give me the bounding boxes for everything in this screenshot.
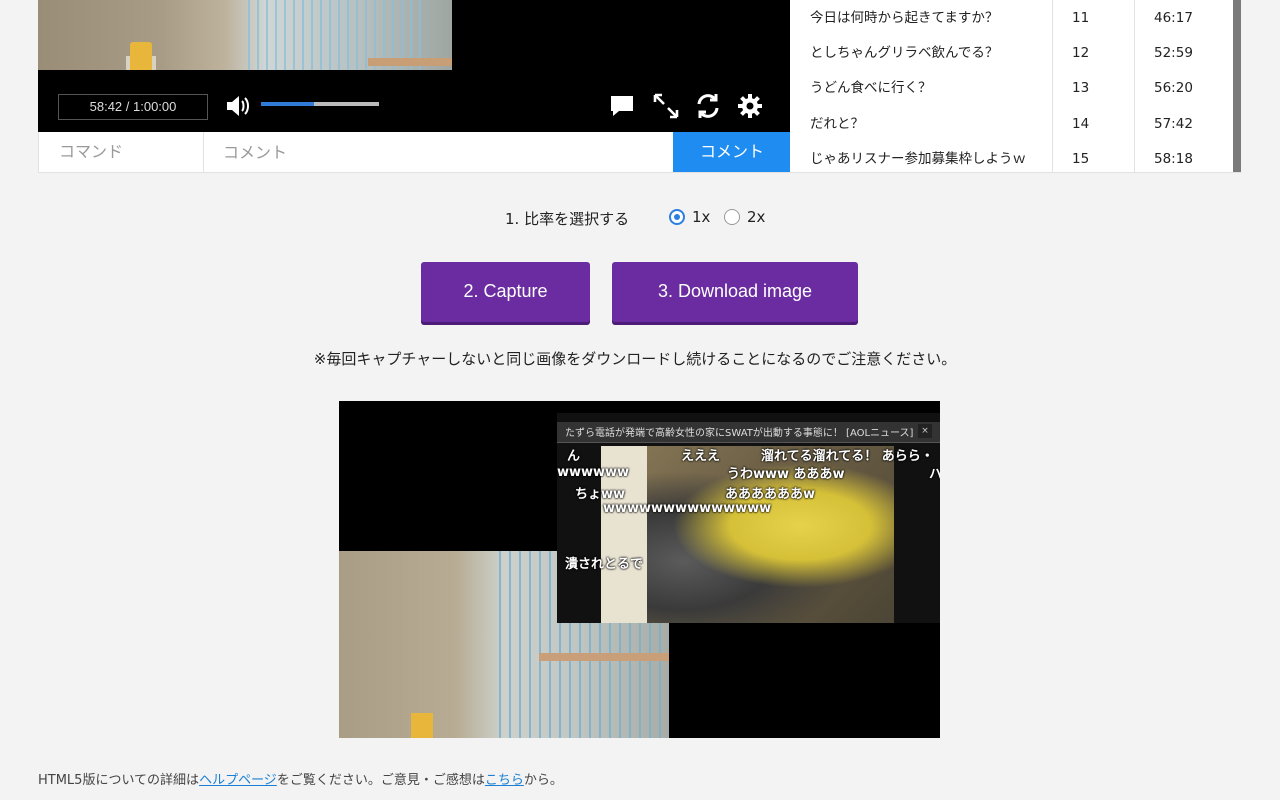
danmaku-comment: えええ — [681, 449, 721, 464]
comment-time: 58:18 — [1154, 151, 1193, 167]
comment-submit-button[interactable]: コメント — [673, 132, 791, 172]
comment-time: 46:17 — [1154, 10, 1193, 26]
comment-time: 56:20 — [1154, 80, 1193, 96]
comment-text: としちゃんグリラベ飲んでる？ — [810, 45, 999, 61]
command-field[interactable]: コマンド — [39, 132, 204, 172]
danmaku-comment: 潰されとるで — [565, 557, 644, 572]
danmaku-comment: ちょww — [575, 487, 626, 502]
ratio-1x-radio[interactable] — [669, 209, 685, 225]
settings-gear-icon[interactable] — [736, 92, 764, 120]
stream-titlebar: たずら電話が発端で高齢女性の家にSWATが出動する事態に！ [AOLニュース] … — [557, 422, 940, 443]
footer-text: をご覧ください。ご意見・ご感想は — [276, 773, 485, 788]
volume-icon[interactable] — [224, 92, 252, 120]
captured-stream-frame: たずら電話が発端で高齢女性の家にSWATが出動する事態に！ [AOLニュース] … — [557, 413, 940, 623]
footer-text: HTML5版についての詳細は — [38, 773, 200, 788]
comment-time: 52:59 — [1154, 45, 1193, 61]
video-perch — [368, 58, 452, 66]
comment-text: じゃあリスナー参加募集枠しようｗ — [810, 151, 1026, 167]
video-player[interactable]: 58:42 / 1:00:00 — [38, 0, 790, 132]
comment-row[interactable]: だれと？ 14 57:42 — [790, 107, 1233, 142]
comment-number: 13 — [1072, 80, 1090, 96]
player-controls: 58:42 / 1:00:00 — [38, 80, 790, 132]
ratio-1x-label[interactable]: 1x — [692, 208, 710, 226]
time-display: 58:42 / 1:00:00 — [58, 94, 208, 120]
footer-text: から。 — [523, 773, 563, 788]
video-bottle — [130, 42, 152, 70]
comment-number: 12 — [1072, 45, 1090, 61]
danmaku-comment: 溜れてる溜れてる！ あらら・ — [761, 449, 934, 464]
comment-number: 15 — [1072, 151, 1090, 167]
ratio-2x-radio[interactable] — [724, 209, 740, 225]
comment-input[interactable] — [205, 132, 673, 172]
danmaku-comment: うわwww あああw — [727, 467, 845, 482]
captured-image: たずら電話が発端で高齢女性の家にSWATが出動する事態に！ [AOLニュース] … — [339, 401, 940, 738]
comment-time: 57:42 — [1154, 116, 1193, 132]
capture-button[interactable]: 2. Capture — [421, 262, 590, 322]
danmaku-comment: ああああああw — [725, 487, 816, 502]
danmaku-comment: wwwwwwwwwwwwww — [603, 501, 772, 516]
download-image-button[interactable]: 3. Download image — [612, 262, 858, 322]
comment-row[interactable]: 今日は何時から起きてますか？ 11 46:17 — [790, 1, 1233, 36]
footer: HTML5版についての詳細はヘルプページをご覧ください。ご意見・ご感想はこちらか… — [38, 769, 563, 788]
comment-number: 14 — [1072, 116, 1090, 132]
expand-icon[interactable] — [652, 92, 680, 120]
volume-slider[interactable] — [261, 102, 379, 106]
help-page-link[interactable]: ヘルプページ — [199, 773, 277, 788]
video-frame[interactable] — [38, 0, 452, 70]
comment-toggle-icon[interactable] — [608, 92, 636, 120]
volume-level — [261, 102, 315, 106]
comment-bar: コマンド コメント — [38, 132, 791, 173]
stream-close-icon: × — [918, 424, 932, 438]
comment-text: うどん食べに行く？ — [810, 80, 932, 96]
comment-text: だれと？ — [810, 116, 864, 132]
comment-text: 今日は何時から起きてますか？ — [810, 10, 999, 26]
comment-number: 11 — [1072, 10, 1090, 26]
feedback-link[interactable]: こちら — [485, 773, 524, 788]
captured-perch — [539, 653, 669, 661]
comment-row[interactable]: じゃあリスナー参加募集枠しようｗ 15 58:18 — [790, 142, 1233, 172]
comment-list[interactable]: 今日は何時から起きてますか？ 11 46:17 としちゃんグリラベ飲んでる？ 1… — [790, 0, 1241, 173]
stream-title: たずら電話が発端で高齢女性の家にSWATが出動する事態に！ [AOLニュース] — [565, 428, 914, 439]
capture-notice: ※毎回キャプチャーしないと同じ画像をダウンロードし続けることになるのでご注意くだ… — [313, 350, 957, 368]
ratio-2x-label[interactable]: 2x — [747, 208, 765, 226]
ratio-selector: 1. 比率を選択する 1x 2x — [0, 205, 1280, 231]
captured-bottle — [411, 713, 433, 738]
ratio-label: 1. 比率を選択する — [505, 210, 630, 228]
comment-list-scrollbar[interactable] — [1233, 0, 1241, 172]
refresh-icon[interactable] — [694, 92, 722, 120]
danmaku-comment: ん — [567, 449, 581, 464]
danmaku-comment: wwwwww — [557, 465, 630, 480]
danmaku-comment: ハ — [929, 467, 940, 482]
comment-row[interactable]: うどん食べに行く？ 13 56:20 — [790, 71, 1233, 106]
comment-row[interactable]: としちゃんグリラベ飲んでる？ 12 52:59 — [790, 36, 1233, 71]
